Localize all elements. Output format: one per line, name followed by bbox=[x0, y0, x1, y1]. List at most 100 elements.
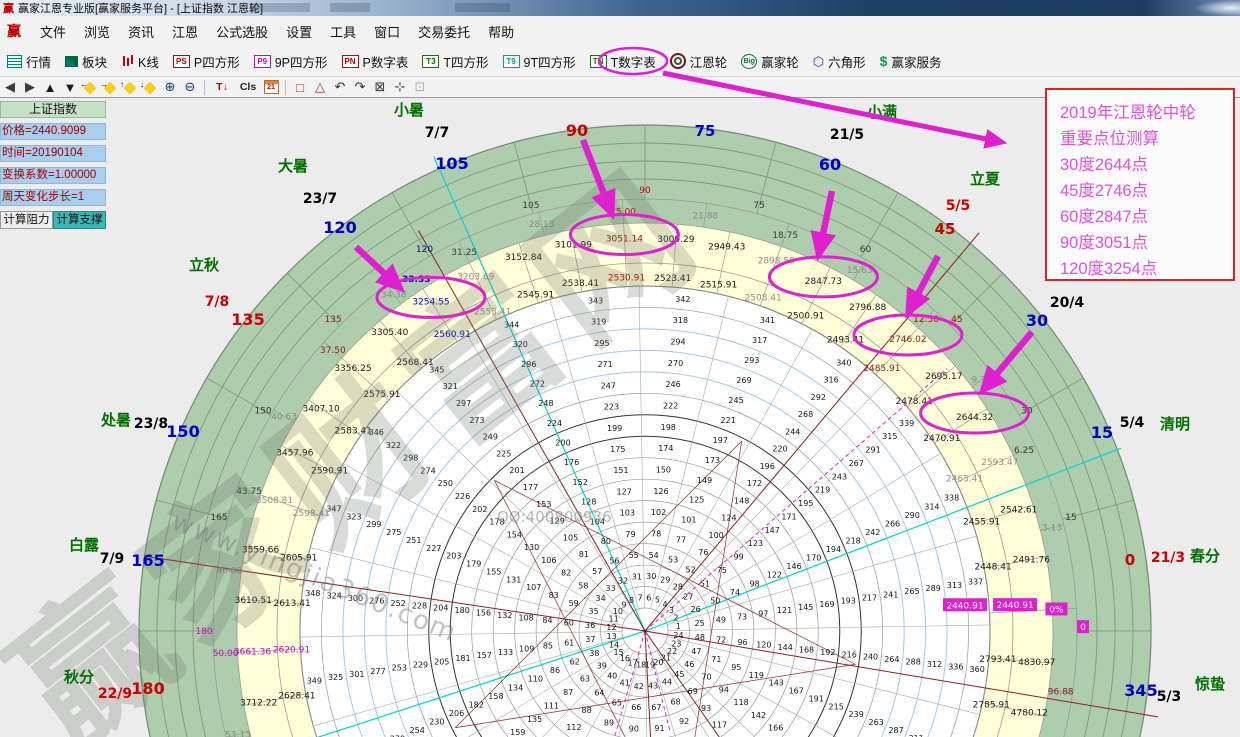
svg-text:135: 135 bbox=[231, 310, 264, 329]
svg-text:172: 172 bbox=[747, 479, 762, 488]
svg-text:349: 349 bbox=[307, 676, 322, 685]
svg-text:5/3: 5/3 bbox=[1157, 689, 1182, 705]
updown-icon[interactable]: T↓ bbox=[209, 78, 235, 96]
svg-text:21/5: 21/5 bbox=[830, 127, 864, 143]
menu-item-浏览[interactable]: 浏览 bbox=[75, 19, 119, 44]
forward-icon[interactable]: ▶ bbox=[20, 78, 40, 96]
toolbar-item-kline[interactable]: K线 bbox=[114, 49, 166, 74]
rotate-down-icon[interactable]: ▼ bbox=[60, 78, 80, 96]
triangle-tool-icon[interactable]: △ bbox=[310, 78, 330, 96]
calc-resistance-button[interactable]: 计算阻力 bbox=[0, 211, 53, 229]
toolbar-item-winner-wheel[interactable]: Big 赢家轮 bbox=[734, 49, 806, 74]
svg-text:267: 267 bbox=[849, 459, 864, 468]
scale-icon[interactable]: ⊹ bbox=[390, 78, 410, 96]
easel-icon[interactable]: ⊡ bbox=[410, 78, 430, 96]
zoom-out-icon[interactable]: ⊖ bbox=[180, 78, 200, 96]
zoom-in-icon[interactable]: ⊕ bbox=[160, 78, 180, 96]
svg-text:182: 182 bbox=[469, 700, 484, 709]
toolbar-item-9t-square[interactable]: T99T四方形 bbox=[496, 49, 583, 74]
titlebar-glow bbox=[1194, 0, 1240, 16]
toolbar-item-t-square[interactable]: T3T四方形 bbox=[415, 49, 495, 74]
calendar-icon[interactable]: 21 bbox=[261, 78, 281, 96]
svg-text:51: 51 bbox=[700, 579, 710, 588]
menu-item-帮助[interactable]: 帮助 bbox=[479, 19, 523, 44]
menu-item-工具[interactable]: 工具 bbox=[321, 19, 365, 44]
svg-text:21.88: 21.88 bbox=[692, 211, 718, 221]
toolbar-item-p-square[interactable]: PSP四方形 bbox=[166, 49, 247, 74]
menu-item-公式选股[interactable]: 公式选股 bbox=[207, 19, 277, 44]
menu-item-设置[interactable]: 设置 bbox=[277, 19, 321, 44]
svg-text:227: 227 bbox=[426, 544, 441, 553]
svg-text:292: 292 bbox=[811, 393, 826, 402]
svg-text:83: 83 bbox=[549, 591, 559, 600]
rotate-ccw-icon[interactable]: ↶ bbox=[330, 78, 350, 96]
toolbar-item-hexagon[interactable]: ⬡六角形 bbox=[806, 49, 873, 74]
svg-text:230: 230 bbox=[429, 718, 444, 727]
cls-button[interactable]: Cls bbox=[235, 78, 261, 96]
toolbar-item-sectors[interactable]: 板块 bbox=[58, 49, 114, 74]
svg-text:100: 100 bbox=[709, 531, 724, 540]
svg-text:4780.12: 4780.12 bbox=[1011, 709, 1048, 719]
svg-text:203: 203 bbox=[446, 552, 461, 561]
svg-text:107: 107 bbox=[526, 583, 541, 592]
svg-text:338: 338 bbox=[944, 494, 959, 503]
svg-text:62: 62 bbox=[570, 658, 580, 667]
toolbar-item-9p-square[interactable]: P99P四方形 bbox=[247, 49, 335, 74]
svg-text:108: 108 bbox=[519, 613, 534, 622]
table-icon bbox=[7, 55, 22, 68]
svg-text:90: 90 bbox=[566, 121, 588, 140]
toolbar-item-t-number-table[interactable]: TNT数字表 bbox=[583, 49, 663, 74]
calc-support-button[interactable]: 计算支撑 bbox=[53, 211, 106, 229]
pan-down-icon[interactable]: ◆↓ bbox=[140, 78, 160, 96]
svg-text:69: 69 bbox=[688, 687, 698, 696]
svg-text:65: 65 bbox=[612, 698, 622, 707]
menu-item-江恩[interactable]: 江恩 bbox=[163, 19, 207, 44]
svg-text:191: 191 bbox=[809, 694, 824, 703]
svg-text:91: 91 bbox=[654, 724, 664, 733]
menu-item-文件[interactable]: 文件 bbox=[31, 19, 75, 44]
toolbar-label: 9P四方形 bbox=[275, 52, 328, 71]
svg-text:92: 92 bbox=[679, 717, 689, 726]
svg-text:2448.41: 2448.41 bbox=[974, 562, 1011, 572]
rect-tool-icon[interactable]: □ bbox=[290, 78, 310, 96]
dollar-icon: $ bbox=[880, 53, 888, 69]
svg-text:199: 199 bbox=[607, 424, 622, 433]
toolbar-item-p-number-table[interactable]: PNP数字表 bbox=[335, 49, 416, 74]
svg-text:53.13: 53.13 bbox=[225, 730, 251, 737]
annotation-line: 60度2847点 bbox=[1060, 204, 1233, 230]
menu-item-交易委托[interactable]: 交易委托 bbox=[409, 19, 479, 44]
svg-text:89: 89 bbox=[604, 718, 614, 727]
rotate-cw-icon[interactable]: ↷ bbox=[350, 78, 370, 96]
svg-text:196: 196 bbox=[760, 462, 775, 471]
toolbar-label: 赢家轮 bbox=[761, 52, 799, 71]
hexagon-icon: ⬡ bbox=[813, 55, 824, 68]
pan-right-icon[interactable]: ◆→ bbox=[100, 78, 120, 96]
pan-left-icon[interactable]: ◆← bbox=[80, 78, 100, 96]
toolbar-item-gann-wheel[interactable]: 江恩轮 bbox=[663, 49, 735, 74]
big-icon: Big bbox=[741, 54, 757, 69]
info-fields: 价格=2440.9099时间=20190104变换系数=1.00000周天变化步… bbox=[0, 123, 106, 206]
menu-item-资讯[interactable]: 资讯 bbox=[119, 19, 163, 44]
delete-box-icon[interactable]: ⊠ bbox=[370, 78, 390, 96]
svg-text:93: 93 bbox=[701, 704, 711, 713]
svg-text:2: 2 bbox=[673, 614, 678, 623]
menu-item-窗口[interactable]: 窗口 bbox=[365, 19, 409, 44]
svg-text:263: 263 bbox=[869, 718, 884, 727]
svg-text:2508.41: 2508.41 bbox=[745, 293, 782, 303]
svg-text:7: 7 bbox=[637, 594, 642, 603]
toolbar-item-quotes[interactable]: 行情 bbox=[0, 49, 58, 74]
svg-text:2620.91: 2620.91 bbox=[273, 646, 310, 656]
rotate-up-icon[interactable]: ▲ bbox=[40, 78, 60, 96]
svg-text:219: 219 bbox=[815, 486, 830, 495]
svg-text:37: 37 bbox=[585, 635, 595, 644]
svg-text:229: 229 bbox=[413, 661, 428, 670]
svg-text:130: 130 bbox=[524, 543, 539, 552]
toolbar-item-winner-service[interactable]: $赢家服务 bbox=[873, 49, 949, 74]
svg-text:247: 247 bbox=[601, 381, 616, 390]
application-window: 赢 赢家江恩专业版[赢家服务平台] - [上证指数 江恩轮] 赢 文件浏览资讯江… bbox=[0, 0, 1240, 737]
svg-text:22/9: 22/9 bbox=[98, 686, 132, 702]
pan-up-icon[interactable]: ◆↑ bbox=[120, 78, 140, 96]
back-icon[interactable]: ◀ bbox=[0, 78, 20, 96]
svg-text:60: 60 bbox=[819, 155, 841, 174]
svg-text:31: 31 bbox=[632, 572, 642, 581]
